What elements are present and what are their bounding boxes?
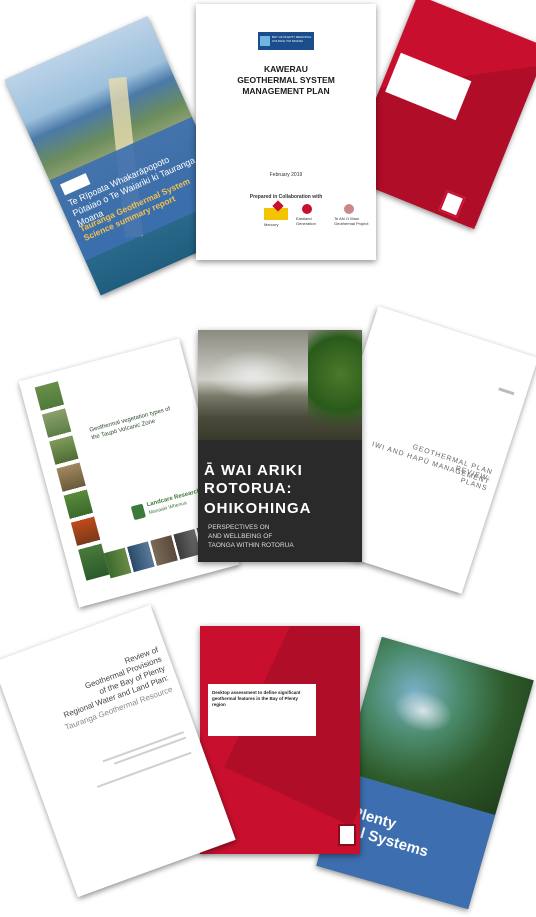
cover-subtitle-1: PERSPECTIVES ON [208, 524, 270, 531]
cover-title-2: ROTORUA: [204, 480, 293, 497]
features-title: Desktop assessment to define significant… [212, 690, 301, 707]
partner-mercury: Mercury [264, 222, 279, 227]
plan-title: KAWERAU GEOTHERMAL SYSTEM MANAGEMENT PLA… [237, 64, 335, 96]
logo-mark [260, 36, 270, 46]
vegetation-title: Geothermal vegetation types of the Taupō… [88, 406, 172, 442]
gns-logo [338, 824, 356, 846]
doc-nga-wai-ariki-rotorua[interactable]: Ā WAI ARIKI ROTORUA: OHIKOHINGA PERSPECT… [198, 330, 362, 562]
white-title-block: Desktop assessment to define significant… [208, 684, 316, 736]
steam [208, 350, 298, 400]
cover-title-1: Ā WAI ARIKI [204, 462, 303, 479]
landcare-logo [130, 503, 146, 521]
cover-subtitle-3: TAONGA WITHIN ROTORUA [208, 542, 294, 549]
corner-mark [498, 387, 515, 396]
collab-label: Prepared in Collaboration with [249, 194, 323, 200]
cover-title-3: OHIKOHINGA [204, 500, 312, 517]
council-logo: BAY OF PLENTY REGIONAL COUNCIL TOI MOANA [258, 32, 314, 50]
cover-subtitle-2: AND WELLBEING OF [208, 533, 273, 540]
tamaui-logo [344, 204, 354, 214]
doc-kawerau-management-plan[interactable]: BAY OF PLENTY REGIONAL COUNCIL TOI MOANA… [196, 4, 376, 260]
tree-foliage [308, 330, 362, 440]
photo-strip-vertical [34, 381, 110, 581]
partner-te-ahi-o-maui: Te Ahi O Maui Geothermal Project [334, 216, 369, 226]
eastland-logo [302, 204, 312, 214]
plan-date: February 2019 [269, 172, 303, 178]
partner-eastland: Eastland Generation [296, 216, 316, 226]
small-print-line-2 [114, 736, 187, 765]
